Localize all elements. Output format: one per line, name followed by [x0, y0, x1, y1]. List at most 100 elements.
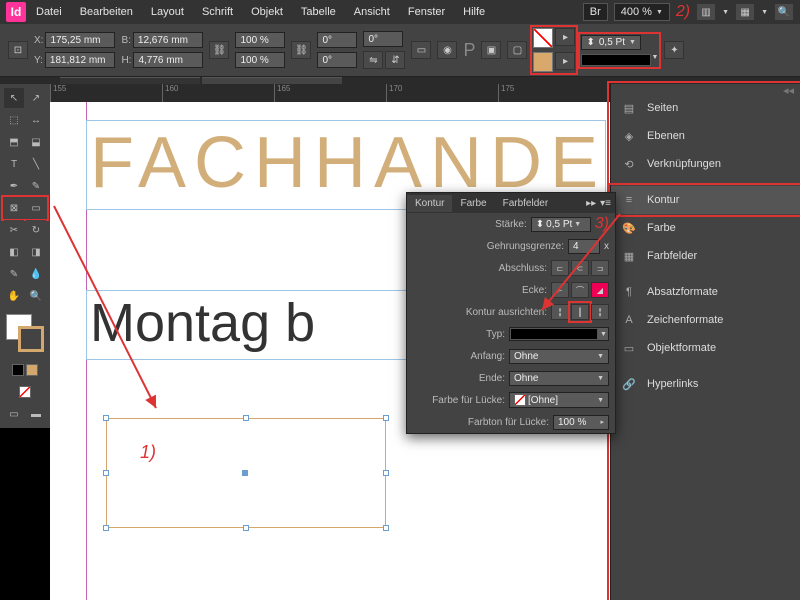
gapcolor-field[interactable]: [Ohne]▼	[509, 392, 609, 408]
stroke-menu-icon[interactable]: ▸	[555, 52, 575, 70]
gap-tool-icon[interactable]: ↔	[26, 110, 46, 130]
fit-content-icon[interactable]: ▢	[507, 41, 527, 59]
gaptint-field[interactable]: 100 %▸	[553, 415, 609, 430]
pencil-tool-icon[interactable]: ✎	[26, 176, 46, 196]
panel-menu-icon[interactable]: ▾≡	[600, 198, 611, 209]
page-tool-icon[interactable]: ⬚	[4, 110, 24, 130]
search-icon[interactable]: 🔍	[774, 3, 794, 21]
gradient-feather-icon[interactable]: ◨	[26, 242, 46, 262]
content-placer-icon[interactable]: ⬓	[26, 132, 46, 152]
fill-stroke-group[interactable]: ▸ ▸	[533, 28, 575, 72]
view-mode-icon[interactable]: ▥	[696, 3, 716, 21]
fill-menu-icon[interactable]: ▸	[555, 28, 575, 46]
fill-swatch[interactable]	[533, 28, 553, 48]
eyedropper-tool-icon[interactable]: 💧	[26, 264, 46, 284]
miter-field[interactable]: 4	[568, 239, 600, 254]
fit-frame-icon[interactable]: ▣	[481, 41, 501, 59]
type-tool-icon[interactable]: T	[4, 154, 24, 174]
app-icon: Id	[6, 2, 26, 22]
stroke-tab-farbe[interactable]: Farbe	[452, 195, 494, 212]
stroke-panel[interactable]: Kontur Farbe Farbfelder ▸▸▾≡ Stärke: ⬍0,…	[406, 192, 616, 434]
effects-icon[interactable]: ✦	[664, 41, 684, 59]
stroke-style-dropdown[interactable]	[581, 54, 651, 66]
h-field[interactable]: 4,776 mm	[133, 52, 203, 68]
panel-ebenen[interactable]: ◈Ebenen	[611, 122, 800, 150]
panel-zeichenformate[interactable]: AZeichenformate	[611, 306, 800, 334]
panel-hyperlinks[interactable]: 🔗Hyperlinks	[611, 370, 800, 398]
shear-field[interactable]: 0°	[317, 52, 357, 68]
w-field[interactable]: 12,676 mm	[133, 32, 203, 48]
content-collector-icon[interactable]: ⬒	[4, 132, 24, 152]
end-field[interactable]: Ohne▼	[509, 371, 609, 386]
stroke-swatch[interactable]	[533, 52, 553, 72]
constrain-icon[interactable]: ⛓	[209, 41, 229, 59]
join-bevel-icon[interactable]: ◢	[591, 282, 609, 298]
gradient-swatch-icon[interactable]: ◧	[4, 242, 24, 262]
align-outside-icon[interactable]: ╏	[591, 304, 609, 320]
cap-butt-icon[interactable]: ⊏	[551, 260, 569, 276]
menu-fenster[interactable]: Fenster	[400, 3, 453, 21]
flip-h-icon[interactable]: ⇋	[363, 51, 383, 69]
free-transform-icon[interactable]: ↻	[26, 220, 46, 240]
reference-point-icon[interactable]: ⊡	[8, 41, 28, 59]
zoom-tool-icon[interactable]: 🔍	[26, 286, 46, 306]
rotate-field[interactable]: 0°	[317, 32, 357, 48]
cap-round-icon[interactable]: ⊂	[571, 260, 589, 276]
constrain-scale-icon[interactable]: ⛓	[291, 41, 311, 59]
note-tool-icon[interactable]: ✎	[4, 264, 24, 284]
menu-ansicht[interactable]: Ansicht	[346, 3, 398, 21]
stroke-tab-farbfelder[interactable]: Farbfelder	[495, 195, 557, 212]
panel-absatzformate[interactable]: ¶Absatzformate	[611, 278, 800, 306]
rotate2-field[interactable]: 0°	[363, 31, 403, 47]
menu-objekt[interactable]: Objekt	[243, 3, 291, 21]
frame-tool-icon[interactable]: ⊠	[4, 198, 24, 218]
line-tool-icon[interactable]: ╲	[26, 154, 46, 174]
menu-bearbeiten[interactable]: Bearbeiten	[72, 3, 141, 21]
menu-layout[interactable]: Layout	[143, 3, 192, 21]
panel-kontur[interactable]: ≡Kontur	[611, 186, 800, 214]
apply-color-icon[interactable]	[12, 364, 24, 376]
scale-y-field[interactable]: 100 %	[235, 52, 285, 68]
selection-tool-icon[interactable]: ↖	[4, 88, 24, 108]
align-center-icon[interactable]: ╏	[551, 304, 569, 320]
select-content-icon[interactable]: ◉	[437, 41, 457, 59]
stroke-weight-field[interactable]: ⬍0,5 Pt▼	[581, 35, 641, 50]
panel-seiten[interactable]: ▤Seiten	[611, 94, 800, 122]
fill-stroke-indicator[interactable]	[6, 314, 44, 352]
direct-selection-tool-icon[interactable]: ↗	[26, 88, 46, 108]
scale-x-field[interactable]: 100 %	[235, 32, 285, 48]
start-field[interactable]: Ohne▼	[509, 349, 609, 364]
cap-projecting-icon[interactable]: ⊐	[591, 260, 609, 276]
flip-v-icon[interactable]: ⇵	[385, 51, 405, 69]
preview-view-icon[interactable]: ▬	[26, 404, 46, 424]
menu-datei[interactable]: Datei	[28, 3, 70, 21]
panel-farbfelder[interactable]: ▦Farbfelder	[611, 242, 800, 270]
bridge-button[interactable]: Br	[583, 3, 608, 21]
zoom-level[interactable]: 400 %▼	[614, 3, 670, 21]
apply-none-icon[interactable]	[19, 386, 31, 398]
hand-tool-icon[interactable]: ✋	[4, 286, 24, 306]
weight-field[interactable]: ⬍0,5 Pt▼	[531, 217, 591, 232]
arrange-icon[interactable]: ▦	[735, 3, 755, 21]
menu-schrift[interactable]: Schrift	[194, 3, 241, 21]
stroke-tab-kontur[interactable]: Kontur	[407, 195, 452, 212]
menu-hilfe[interactable]: Hilfe	[455, 3, 493, 21]
panel-farbe[interactable]: 🎨Farbe	[611, 214, 800, 242]
panel-verknuepfungen[interactable]: ⟲Verknüpfungen	[611, 150, 800, 178]
x-field[interactable]: 175,25 mm	[45, 32, 115, 48]
rectangle-tool-icon[interactable]: ▭	[26, 198, 46, 218]
collapse-icon[interactable]: ▸▸	[586, 198, 596, 209]
menu-tabelle[interactable]: Tabelle	[293, 3, 344, 21]
pen-tool-icon[interactable]: ✒	[4, 176, 24, 196]
gapcolor-label: Farbe für Lücke:	[413, 395, 505, 406]
panel-objektformate[interactable]: ▭Objektformate	[611, 334, 800, 362]
apply-gradient-icon[interactable]	[26, 364, 38, 376]
y-field[interactable]: 181,812 mm	[45, 52, 115, 68]
join-miter-icon[interactable]: ⌐	[551, 282, 569, 298]
scissors-tool-icon[interactable]: ✂	[4, 220, 24, 240]
normal-view-icon[interactable]: ▭	[4, 404, 24, 424]
join-round-icon[interactable]: ⌒	[571, 282, 589, 298]
align-inside-icon[interactable]: ┃	[571, 304, 589, 320]
type-field[interactable]: ▼	[509, 327, 609, 341]
select-container-icon[interactable]: ▭	[411, 41, 431, 59]
